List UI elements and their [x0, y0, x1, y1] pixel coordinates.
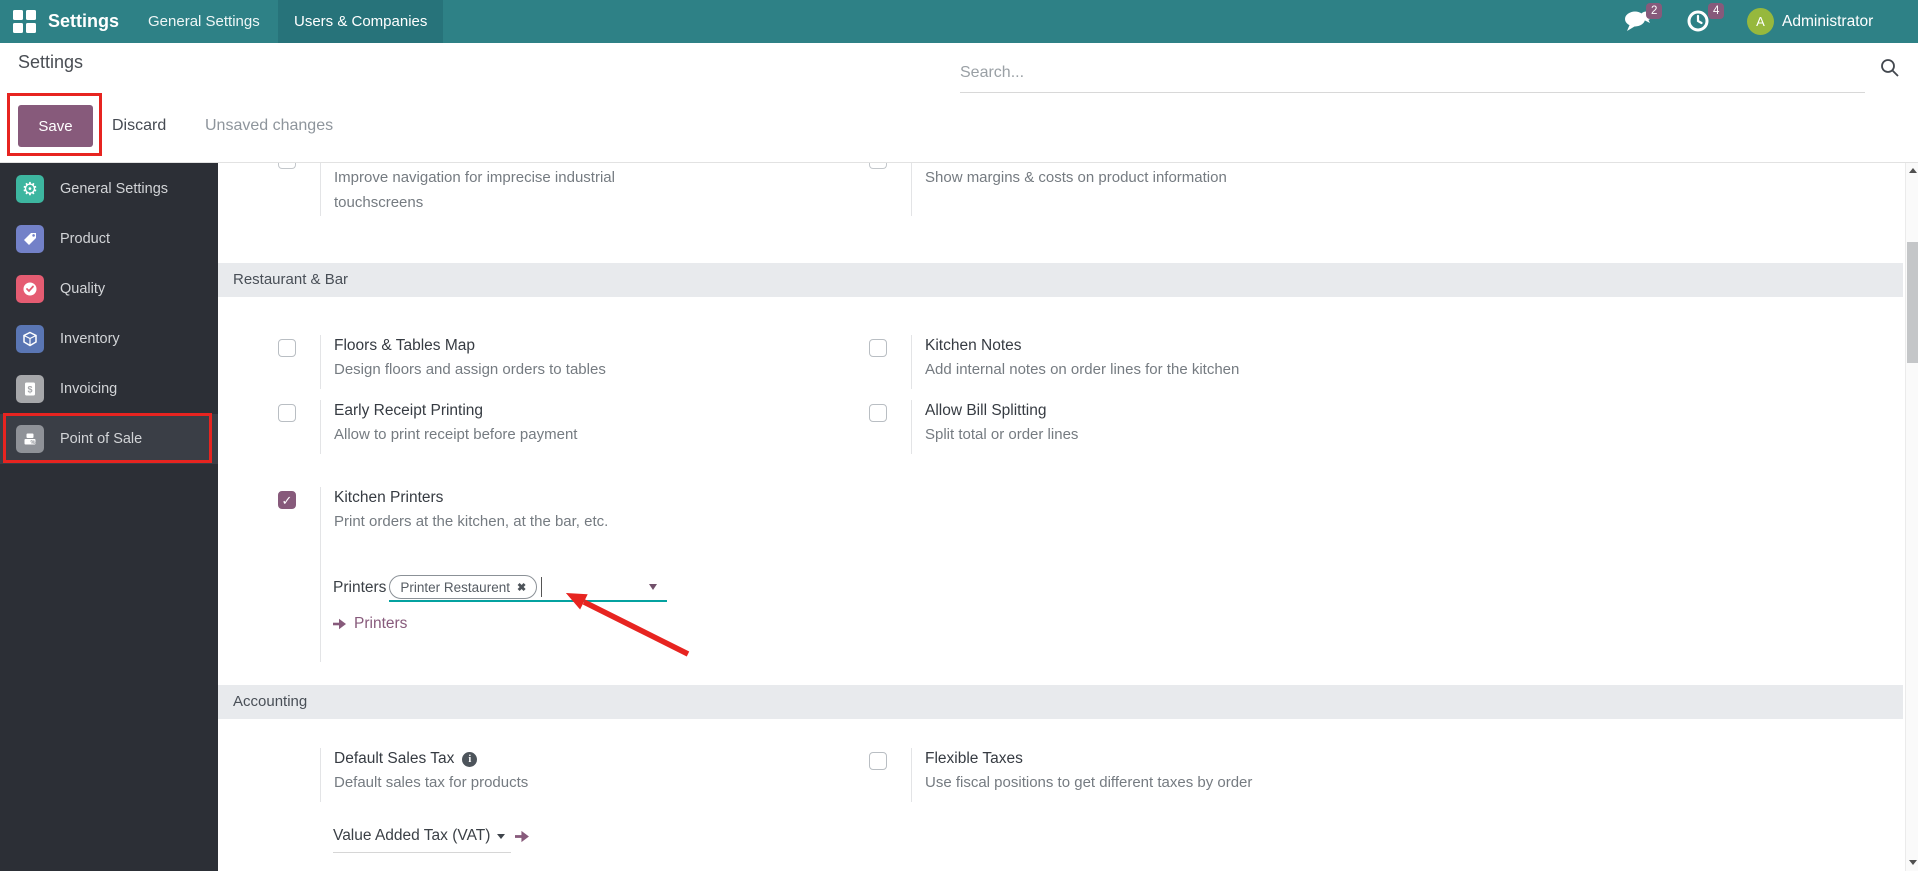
- breadcrumb[interactable]: Settings: [18, 52, 83, 73]
- setting-description: Allow to print receipt before payment: [334, 426, 578, 443]
- sidebar-item-product[interactable]: Product: [0, 214, 218, 264]
- setting-box-touchscreens: Improve navigation for imprecise industr…: [278, 163, 853, 216]
- gear-icon: ⚙: [16, 175, 44, 203]
- scrollbar-thumb[interactable]: [1907, 242, 1918, 363]
- discard-button[interactable]: Discard: [104, 105, 174, 147]
- tax-internal-link[interactable]: [515, 830, 530, 843]
- printers-field-row: Printers Printer Restaurent ✖: [333, 574, 668, 602]
- arrow-right-icon: [333, 618, 346, 630]
- scroll-up-button[interactable]: [1906, 163, 1918, 179]
- search-icon[interactable]: [1880, 58, 1900, 78]
- search-input[interactable]: [960, 53, 1865, 93]
- setting-description: Use fiscal positions to get different ta…: [925, 774, 1253, 791]
- flexible-taxes-checkbox[interactable]: [869, 752, 887, 770]
- setting-description: Design floors and assign orders to table…: [334, 361, 606, 378]
- text-caret: [541, 577, 543, 597]
- section-header-restaurant-bar: Restaurant & Bar: [218, 263, 1903, 297]
- bill-splitting-checkbox[interactable]: [869, 404, 887, 422]
- setting-title: Default Sales Tax i: [334, 748, 853, 770]
- top-navbar: Settings General Settings Users & Compan…: [0, 0, 1918, 43]
- setting-description: Print orders at the kitchen, at the bar,…: [334, 513, 609, 530]
- setting-title: Early Receipt Printing: [334, 402, 484, 419]
- cash-register-icon: %: [16, 425, 44, 453]
- default-sales-tax-select[interactable]: Value Added Tax (VAT): [333, 827, 530, 845]
- floors-tables-map-checkbox[interactable]: [278, 339, 296, 357]
- kitchen-printers-checkbox[interactable]: [278, 491, 296, 509]
- settings-content: Improve navigation for imprecise industr…: [218, 163, 1903, 871]
- setting-description: Split total or order lines: [925, 426, 1079, 443]
- invoice-icon: $: [16, 375, 44, 403]
- setting-title: Flexible Taxes: [925, 750, 1023, 767]
- printers-field-label: Printers: [333, 579, 387, 596]
- scroll-down-button[interactable]: [1906, 855, 1918, 871]
- vertical-scrollbar[interactable]: [1905, 163, 1918, 871]
- select-caret-icon: [497, 833, 506, 839]
- setting-title: Allow Bill Splitting: [925, 402, 1047, 419]
- select-underline: [333, 852, 511, 853]
- unsaved-changes-label: Unsaved changes: [205, 117, 334, 134]
- app-title[interactable]: Settings: [48, 0, 119, 43]
- setting-description: Improve navigation for imprecise industr…: [334, 169, 615, 211]
- printer-tag: Printer Restaurent ✖: [389, 575, 538, 599]
- sidebar-item-invoicing[interactable]: $ Invoicing: [0, 364, 218, 414]
- settings-sidebar: ⚙ General Settings Product Quality Inven…: [0, 163, 218, 871]
- kitchen-notes-checkbox[interactable]: [869, 339, 887, 357]
- svg-text:%: %: [31, 440, 36, 446]
- user-menu[interactable]: Administrator: [1782, 0, 1873, 43]
- setting-title: Kitchen Notes: [925, 337, 1022, 354]
- early-receipt-checkbox[interactable]: [278, 404, 296, 422]
- svg-text:$: $: [27, 385, 32, 395]
- setting-title: Floors & Tables Map: [334, 337, 475, 354]
- info-icon[interactable]: i: [462, 752, 478, 767]
- control-panel: Settings Save Discard Unsaved changes: [0, 43, 1918, 163]
- section-header-accounting: Accounting: [218, 685, 1903, 719]
- user-avatar[interactable]: A: [1747, 8, 1774, 35]
- setting-title: Kitchen Printers: [334, 489, 444, 506]
- settings-page: Settings General Settings Users & Compan…: [0, 0, 1918, 871]
- save-button[interactable]: Save: [18, 105, 93, 147]
- sidebar-item-quality[interactable]: Quality: [0, 264, 218, 314]
- activities-badge: 4: [1708, 3, 1725, 19]
- setting-description: Default sales tax for products: [334, 774, 529, 791]
- cube-icon: [16, 325, 44, 353]
- menu-general-settings[interactable]: General Settings: [132, 0, 276, 43]
- arrow-right-icon: [515, 830, 530, 842]
- setting-box-margins-costs: Show margins & costs on product informat…: [869, 163, 1444, 216]
- apps-grid-icon[interactable]: [13, 10, 36, 33]
- messages-badge: 2: [1646, 3, 1663, 19]
- quality-badge-icon: [16, 275, 44, 303]
- tag-icon: [16, 225, 44, 253]
- printers-tags-input[interactable]: Printer Restaurent ✖: [389, 574, 668, 602]
- activities-clock-icon[interactable]: [1686, 9, 1710, 33]
- dropdown-caret-icon[interactable]: [649, 584, 658, 590]
- printers-internal-link[interactable]: Printers: [333, 615, 407, 633]
- menu-users-companies[interactable]: Users & Companies: [278, 0, 444, 43]
- sidebar-item-point-of-sale[interactable]: % Point of Sale: [0, 414, 218, 464]
- setting-description: Add internal notes on order lines for th…: [925, 361, 1240, 378]
- setting-description: Show margins & costs on product informat…: [925, 169, 1227, 186]
- remove-tag-icon[interactable]: ✖: [517, 581, 526, 594]
- sidebar-item-general-settings[interactable]: ⚙ General Settings: [0, 164, 218, 214]
- sidebar-item-inventory[interactable]: Inventory: [0, 314, 218, 364]
